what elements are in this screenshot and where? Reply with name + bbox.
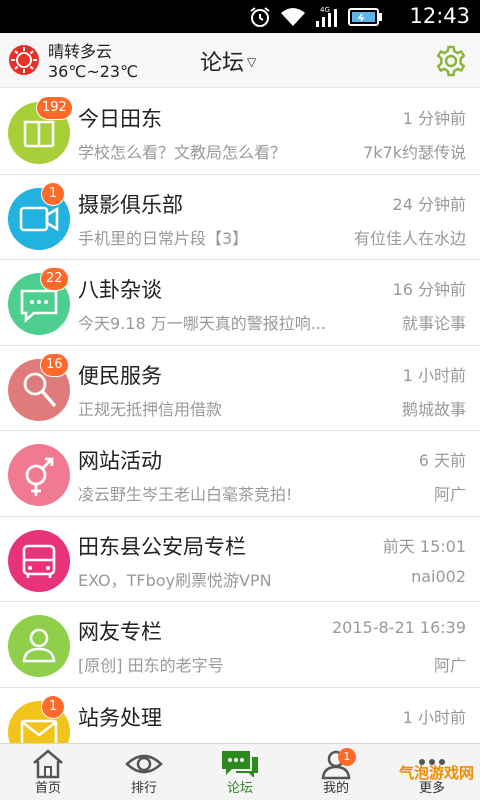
forum-row[interactable]: 网站活动凌云野生岑王老山白毫茶竞拍! 6 天前阿广	[0, 431, 480, 517]
post-author: 阿广	[433, 656, 466, 675]
sun-icon	[9, 45, 39, 75]
forum-selector[interactable]: 论坛 ▽	[200, 33, 256, 88]
gear-icon[interactable]	[434, 44, 468, 78]
unread-badge: 22	[40, 267, 69, 291]
forum-row[interactable]: 网友专栏 [原创] 田东的老字号 2015-8-21 16:39 阿广	[0, 602, 480, 688]
forum-row[interactable]: 1站务处理大家认为生活、交通等各项都有1 小时前用户讨论	[0, 687, 480, 743]
tab-mine[interactable]: 1 我的	[288, 744, 384, 800]
tab-badge: 1	[337, 748, 356, 766]
tab-label: 首页	[34, 781, 61, 796]
app-header: 晴转多云 36℃~23℃ 论坛 ▽	[0, 33, 480, 88]
post-time: 前天 15:01	[382, 536, 466, 556]
weather-temperature: 36℃~23℃	[48, 62, 139, 81]
post-time: 1 小时前	[402, 707, 466, 727]
tab-label: 我的	[322, 781, 349, 796]
status-bar: 4G 12:43	[0, 0, 480, 33]
latest-post-title: [原创] 田东的老字号	[78, 656, 224, 675]
post-time: 16 分钟前	[392, 280, 466, 299]
post-author: 7k7k约瑟传说	[363, 143, 466, 162]
forum-title: 摄影俱乐部	[78, 192, 183, 217]
page-title: 论坛	[200, 50, 245, 76]
post-author: nai002	[411, 566, 466, 586]
dropdown-caret-icon: ▽	[247, 54, 257, 69]
post-time: 6 天前	[418, 451, 466, 470]
forum-avatar: 1	[8, 181, 70, 250]
forum-avatar: 22	[8, 267, 70, 335]
eye-icon	[125, 754, 163, 774]
forum-row[interactable]: 192 今日田东学校怎么看？文教局怎么看？ 1 分钟前 7k7k约瑟传说	[0, 89, 480, 175]
forum-title: 今日田东	[78, 107, 162, 131]
post-author: 阿广	[433, 485, 466, 504]
post-time: 2015-8-21 16:39	[332, 618, 466, 637]
watermark-logo: 气泡游戏网	[398, 764, 474, 782]
home-icon	[33, 749, 63, 779]
tab-forum[interactable]: 论坛	[192, 744, 288, 800]
forum-title: 八卦杂谈	[78, 278, 162, 302]
unread-badge: 1	[41, 181, 65, 206]
forum-row[interactable]: 16 便民服务正规无抵押信用借款 1 小时前鹅城故事	[0, 345, 480, 431]
alarm-icon	[250, 6, 270, 27]
tab-label: 排行	[130, 781, 157, 796]
latest-post-title: 手机里的日常片段【3】	[78, 228, 249, 248]
unread-badge: 16	[40, 352, 69, 377]
forum-row[interactable]: 1 摄影俱乐部手机里的日常片段【3】 24 分钟前有位佳人在水边	[0, 174, 480, 260]
post-author: 有位佳人在水边	[353, 228, 466, 248]
forum-row[interactable]: 22 八卦杂谈今天9.18 万一哪天真的警报拉响... 16 分钟前就事论事	[0, 260, 480, 346]
status-icons: 4G	[248, 0, 382, 33]
post-time: 24 分钟前	[392, 194, 466, 214]
network-label: 4G	[320, 6, 330, 14]
status-time: 12:43	[409, 4, 470, 28]
latest-post-title: 正规无抵押信用借款	[78, 399, 223, 419]
weather-condition: 晴转多云	[48, 42, 113, 61]
tab-label: 论坛	[226, 781, 253, 796]
post-author: 鹅城故事	[401, 399, 466, 419]
forum-avatar	[8, 444, 70, 506]
forum-title: 站务处理	[78, 705, 162, 730]
tab-home[interactable]: 首页	[0, 744, 96, 800]
forum-title: 网友专栏	[78, 620, 162, 644]
latest-post-title: 凌云野生岑王老山白毫茶竞拍!	[78, 485, 293, 504]
forum-avatar: 16	[8, 352, 70, 421]
post-time: 1 分钟前	[402, 109, 466, 128]
forum-avatar	[8, 615, 70, 677]
signal-4g-icon: 4G	[316, 6, 337, 27]
forum-avatar: 1	[8, 694, 70, 743]
forum-avatar	[8, 529, 70, 592]
forum-title: 网站活动	[78, 449, 162, 473]
forum-row[interactable]: 田东县公安局专栏 EXO，TFboy刷票悦游VPN 前天 15:01 nai002	[0, 516, 480, 602]
tab-ranking[interactable]: 排行	[96, 744, 192, 800]
gender-icon	[25, 457, 54, 496]
latest-post-title: 学校怎么看？文教局怎么看？	[78, 143, 287, 162]
bus-icon	[22, 544, 56, 578]
forum-title: 便民服务	[78, 363, 162, 388]
forum-chat-icon	[222, 751, 258, 778]
forum-title: 田东县公安局专栏	[78, 534, 246, 559]
unread-badge: 1	[41, 694, 65, 719]
user-icon	[22, 628, 56, 663]
latest-post-title: 今天9.18 万一哪天真的警报拉响...	[78, 314, 326, 333]
latest-post-title: EXO，TFboy刷票悦游VPN	[78, 570, 272, 590]
post-author: 就事论事	[401, 314, 466, 333]
forum-list: 192 今日田东学校怎么看？文教局怎么看？ 1 分钟前 7k7k约瑟传说 1 摄影俱乐部手…	[0, 89, 480, 743]
post-time: 1 小时前	[402, 365, 466, 385]
wifi-icon	[281, 7, 305, 26]
battery-icon	[348, 7, 382, 26]
unread-badge: 192	[36, 96, 73, 120]
forum-avatar: 192	[8, 96, 73, 164]
